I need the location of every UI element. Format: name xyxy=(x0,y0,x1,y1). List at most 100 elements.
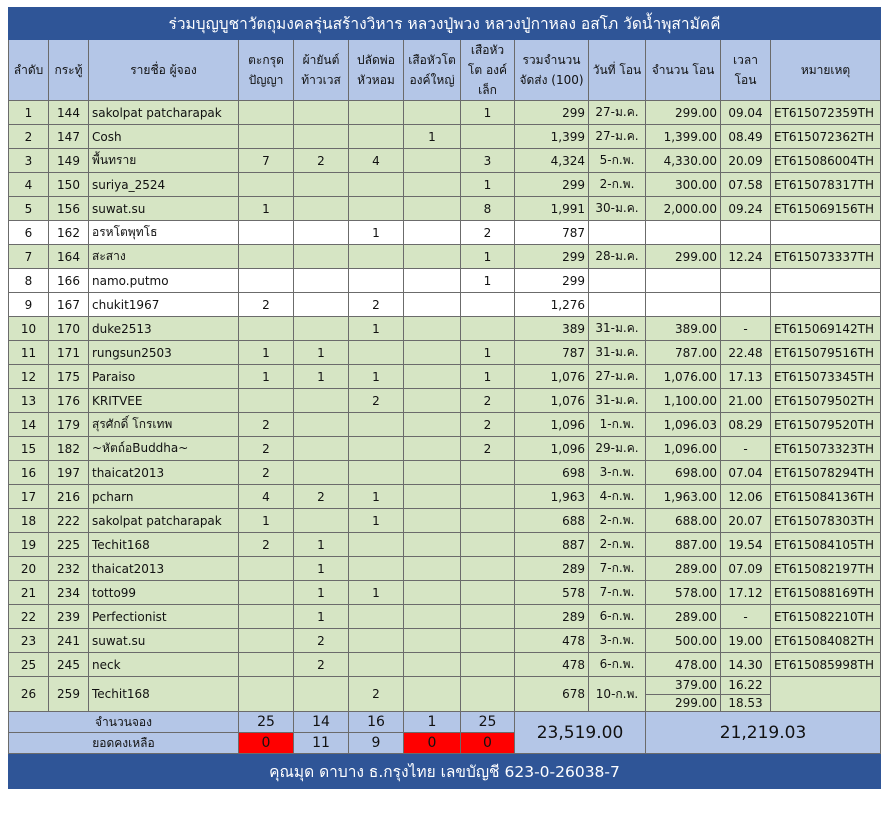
cell-amount: 787.00 xyxy=(645,340,721,365)
cell-amount: 1,963.00 xyxy=(645,484,721,509)
title-row: ร่วมบุญบูชาวัตถุมงคลรุ่นสร้างวิหาร หลวงป… xyxy=(7,7,882,40)
table-row: 15 182 ~หัตถ์อBuddha~ 2 2 1,096 29-ม.ค. 1,096.0… xyxy=(8,436,882,461)
cell-col2: 1 xyxy=(293,532,349,557)
header-thread: กระทู้ xyxy=(48,39,89,101)
cell-thread: 245 xyxy=(48,652,89,677)
cell-col1: 2 xyxy=(238,412,294,437)
cell-no: 5 xyxy=(8,196,49,221)
table-row: 17 216 pcharn 4 2 1 1,963 4-ก.พ. 1,963.00 12.06 ET… xyxy=(8,484,882,509)
cell-amount: 289.00 xyxy=(645,604,721,629)
header-time: เวลา โอน xyxy=(720,39,771,101)
cell-col4 xyxy=(403,604,461,629)
table-row: 22 239 Perfectionist 1 289 6-ก.พ. 289.00- ET615… xyxy=(8,604,882,629)
cell-amount: 698.00 xyxy=(645,460,721,485)
cell-amount-split: 379.00 299.00 xyxy=(645,676,721,712)
cell-name: สุรศักดิ์ โกรเทพ xyxy=(88,412,239,437)
footer-bank-account: คุณมุด ดาบาง ธ.กรุงไทย เลขบัญชี 623-0-26… xyxy=(7,753,882,789)
cell-no: 7 xyxy=(8,244,49,269)
cell-name: suwat.su xyxy=(88,628,239,653)
cell-col1: 1 xyxy=(238,508,294,533)
cell-name: sakolpat patcharapak xyxy=(88,508,239,533)
cell-col5 xyxy=(460,580,515,605)
cell-total: 887 xyxy=(514,532,589,557)
cell-thread: 175 xyxy=(48,364,89,389)
cell-col2 xyxy=(293,124,349,149)
cell-col3: 1 xyxy=(348,220,404,245)
cell-date: 27-ม.ค. xyxy=(588,100,646,125)
cell-note: ET615072362TH xyxy=(769,124,882,149)
summary-remaining-col5: 0 xyxy=(460,732,515,754)
cell-note: ET615084082TH xyxy=(769,628,882,653)
footer-row: คุณมุด ดาบาง ธ.กรุงไทย เลขบัญชี 623-0-26… xyxy=(7,753,882,789)
cell-time: 22.48 xyxy=(720,340,771,365)
cell-col4 xyxy=(403,268,461,293)
cell-col4 xyxy=(403,580,461,605)
cell-col2 xyxy=(293,436,349,461)
cell-col3: 1 xyxy=(348,508,404,533)
cell-total: 299 xyxy=(514,100,589,125)
cell-col4: 1 xyxy=(403,124,461,149)
cell-note: ET615088169TH xyxy=(769,580,882,605)
cell-col2: 2 xyxy=(293,484,349,509)
cell-no: 15 xyxy=(8,436,49,461)
cell-col1: 2 xyxy=(238,532,294,557)
cell-total: 688 xyxy=(514,508,589,533)
cell-col3 xyxy=(348,460,404,485)
table-row: 7 164 สะสาง 1 299 28-ม.ค. 299.00 12.24 ET6150733… xyxy=(8,244,882,269)
cell-col3 xyxy=(348,412,404,437)
cell-col4 xyxy=(403,508,461,533)
cell-col2 xyxy=(293,388,349,413)
table-row: 19 225 Techit168 2 1 887 2-ก.พ. 887.00 19.54 ET61… xyxy=(8,532,882,557)
cell-col4 xyxy=(403,100,461,125)
cell-total: 299 xyxy=(514,268,589,293)
cell-time: - xyxy=(720,604,771,629)
cell-date: 7-ก.พ. xyxy=(588,556,646,581)
cell-col5: 1 xyxy=(460,172,515,197)
cell-col5: 8 xyxy=(460,196,515,221)
cell-col2 xyxy=(293,676,349,712)
cell-total: 1,096 xyxy=(514,436,589,461)
cell-col4 xyxy=(403,436,461,461)
cell-thread: 241 xyxy=(48,628,89,653)
cell-col5 xyxy=(460,604,515,629)
cell-col5: 1 xyxy=(460,100,515,125)
cell-no: 22 xyxy=(8,604,49,629)
cell-total: 1,399 xyxy=(514,124,589,149)
table-row: 20 232 thaicat2013 1 289 7-ก.พ. 289.00 07.09 ET6… xyxy=(8,556,882,581)
cell-total: 698 xyxy=(514,460,589,485)
cell-time: 20.07 xyxy=(720,508,771,533)
cell-time: 07.58 xyxy=(720,172,771,197)
cell-col5 xyxy=(460,484,515,509)
cell-col1: 1 xyxy=(238,364,294,389)
cell-name: duke2513 xyxy=(88,316,239,341)
cell-col3 xyxy=(348,268,404,293)
cell-col4 xyxy=(403,484,461,509)
cell-note: ET615073323TH xyxy=(769,436,882,461)
cell-no: 1 xyxy=(8,100,49,125)
cell-col3 xyxy=(348,556,404,581)
cell-col1 xyxy=(238,268,294,293)
cell-total: 289 xyxy=(514,556,589,581)
cell-col2 xyxy=(293,196,349,221)
cell-name: thaicat2013 xyxy=(88,556,239,581)
cell-amount: 299.00 xyxy=(645,100,721,125)
cell-no: 2 xyxy=(8,124,49,149)
cell-col1: 2 xyxy=(238,436,294,461)
cell-col1: 1 xyxy=(238,340,294,365)
cell-no: 23 xyxy=(8,628,49,653)
cell-col3 xyxy=(348,436,404,461)
cell-amount: 1,399.00 xyxy=(645,124,721,149)
cell-no: 16 xyxy=(8,460,49,485)
cell-note: ET615084136TH xyxy=(769,484,882,509)
cell-thread: 216 xyxy=(48,484,89,509)
cell-note: ET615086004TH xyxy=(769,148,882,173)
cell-no: 10 xyxy=(8,316,49,341)
cell-note xyxy=(769,268,882,293)
cell-col3: 1 xyxy=(348,484,404,509)
booking-table: ร่วมบุญบูชาวัตถุมงคลรุ่นสร้างวิหาร หลวงป… xyxy=(7,7,882,789)
cell-col1 xyxy=(238,676,294,712)
cell-col5: 1 xyxy=(460,268,515,293)
cell-total: 1,963 xyxy=(514,484,589,509)
header-no: ลำดับ xyxy=(8,39,49,101)
table-row: 23 241 suwat.su 2 478 3-ก.พ. 500.00 19.00 ET6150… xyxy=(8,628,882,653)
